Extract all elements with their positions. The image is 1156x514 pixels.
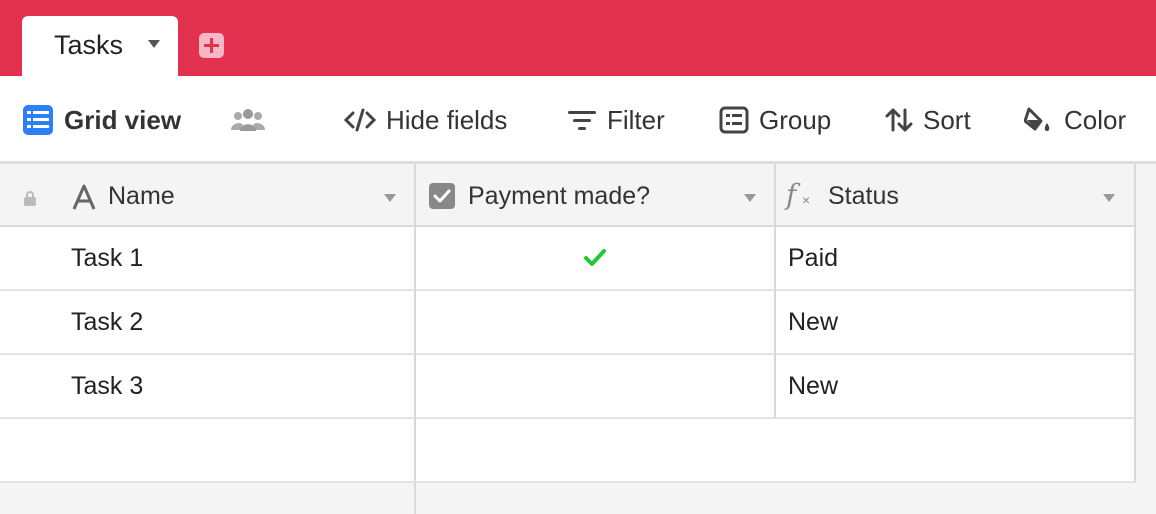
grid-view-icon bbox=[23, 105, 53, 135]
checkmark-icon bbox=[584, 249, 606, 266]
status-cell[interactable]: Paid bbox=[776, 227, 1136, 291]
name-cell: Task 1 bbox=[71, 244, 144, 272]
formula-field-icon-x: × bbox=[802, 192, 811, 208]
column-header-status[interactable]: f × Status bbox=[776, 164, 1136, 227]
lock-icon bbox=[24, 191, 36, 206]
color-button[interactable]: Color bbox=[1024, 76, 1126, 164]
column-menu-caret-icon[interactable] bbox=[744, 194, 756, 202]
tab-tasks[interactable]: Tasks bbox=[22, 16, 178, 76]
text-field-icon bbox=[72, 184, 96, 210]
table-row[interactable]: Task 3 bbox=[0, 355, 416, 419]
status-value: Paid bbox=[788, 244, 839, 272]
name-cell: Task 3 bbox=[71, 372, 144, 400]
sort-label: Sort bbox=[923, 104, 971, 135]
formula-field-icon: f bbox=[786, 178, 797, 211]
group-label: Group bbox=[759, 104, 832, 135]
group-button[interactable]: Group bbox=[719, 76, 831, 164]
status-cell[interactable]: New bbox=[776, 291, 1136, 355]
payment-cell[interactable] bbox=[416, 355, 776, 419]
tab-dropdown-caret-icon[interactable] bbox=[148, 40, 160, 48]
add-row-area[interactable] bbox=[0, 419, 416, 483]
status-value: New bbox=[788, 308, 839, 336]
column-header-name[interactable]: Name bbox=[0, 164, 416, 227]
hide-fields-button[interactable]: Hide fields bbox=[344, 76, 507, 164]
people-icon bbox=[231, 109, 265, 131]
add-row-area-right[interactable] bbox=[416, 419, 1136, 483]
group-icon bbox=[719, 106, 749, 134]
payment-cell[interactable] bbox=[416, 227, 776, 291]
view-toolbar: Grid view Hide fields Filter Group Sort … bbox=[0, 76, 1156, 164]
hide-fields-label: Hide fields bbox=[386, 104, 508, 135]
filter-label: Filter bbox=[607, 104, 665, 135]
column-divider bbox=[414, 483, 416, 514]
filter-icon bbox=[568, 111, 596, 130]
column-header-payment[interactable]: Payment made? bbox=[416, 164, 776, 227]
color-label: Color bbox=[1064, 104, 1127, 135]
name-cell: Task 2 bbox=[71, 308, 144, 336]
view-name: Grid view bbox=[64, 104, 182, 135]
tab-label: Tasks bbox=[54, 30, 124, 60]
column-menu-caret-icon[interactable] bbox=[1103, 194, 1115, 202]
column-label: Status bbox=[828, 182, 899, 210]
status-cell[interactable]: New bbox=[776, 355, 1136, 419]
paint-bucket-icon bbox=[1024, 107, 1050, 131]
table-row[interactable]: Task 1 bbox=[0, 227, 416, 291]
column-menu-caret-icon[interactable] bbox=[384, 194, 396, 202]
sort-icon bbox=[885, 108, 913, 132]
column-label: Payment made? bbox=[468, 182, 651, 210]
add-table-icon[interactable] bbox=[199, 33, 224, 58]
collaborative-view-icon[interactable] bbox=[231, 76, 275, 164]
status-value: New bbox=[788, 372, 839, 400]
hide-fields-icon bbox=[344, 108, 376, 132]
filter-button[interactable]: Filter bbox=[567, 76, 665, 164]
table-tab-bar: Tasks bbox=[0, 0, 1156, 76]
column-label: Name bbox=[108, 182, 175, 210]
table-row[interactable]: Task 2 bbox=[0, 291, 416, 355]
sort-button[interactable]: Sort bbox=[885, 76, 971, 164]
payment-cell[interactable] bbox=[416, 291, 776, 355]
view-switcher[interactable]: Grid view bbox=[22, 76, 181, 164]
checkbox-field-icon bbox=[429, 183, 455, 209]
